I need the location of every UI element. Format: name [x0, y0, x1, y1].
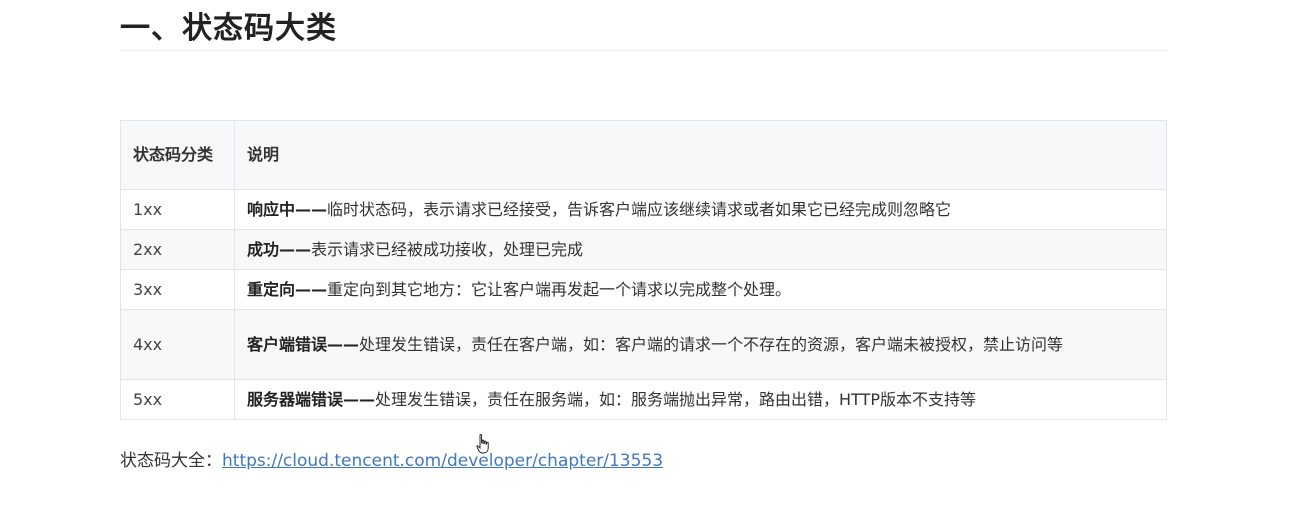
document-page: 一、状态码大类 状态码分类 说明 1xx 响应中——临时状态码，表示请求已经接受… — [0, 0, 1292, 519]
status-code-cell: 1xx — [120, 189, 235, 230]
description-title: 服务器端错误—— — [247, 389, 376, 409]
hand-cursor-icon — [476, 434, 489, 454]
status-code-table: 状态码分类 说明 1xx 响应中——临时状态码，表示请求已经接受，告诉客户端应该… — [120, 120, 1167, 420]
table-row: 2xx 成功——表示请求已经被成功接收，处理已完成 — [120, 229, 1167, 270]
reference-label: 状态码大全： — [120, 451, 222, 471]
description-cell: 服务器端错误——处理发生错误，责任在服务端，如：服务端抛出异常，路由出错，HTT… — [234, 379, 1167, 420]
description-text: 表示请求已经被成功接收，处理已完成 — [311, 239, 584, 259]
header-status-class: 状态码分类 — [120, 120, 235, 190]
section-heading: 一、状态码大类 — [120, 8, 1168, 51]
description-title: 重定向—— — [247, 279, 328, 299]
status-code-cell: 2xx — [120, 229, 235, 270]
table-header-row: 状态码分类 说明 — [120, 120, 1167, 190]
status-code-cell: 4xx — [120, 309, 235, 380]
status-code-cell: 3xx — [120, 269, 235, 310]
description-text: 临时状态码，表示请求已经接受，告诉客户端应该继续请求或者如果它已经完成则忽略它 — [327, 199, 952, 219]
description-cell: 客户端错误——处理发生错误，责任在客户端，如：客户端的请求一个不存在的资源，客户… — [234, 309, 1167, 380]
reference-link[interactable]: https://cloud.tencent.com/developer/chap… — [222, 451, 663, 471]
description-title: 响应中—— — [247, 199, 328, 219]
table-row: 4xx 客户端错误——处理发生错误，责任在客户端，如：客户端的请求一个不存在的资… — [120, 309, 1167, 380]
description-title: 成功—— — [247, 239, 312, 259]
description-cell: 响应中——临时状态码，表示请求已经接受，告诉客户端应该继续请求或者如果它已经完成… — [234, 189, 1167, 230]
reference-line: 状态码大全：https://cloud.tencent.com/develope… — [120, 447, 663, 475]
header-description: 说明 — [234, 120, 1167, 190]
table-row: 3xx 重定向——重定向到其它地方：它让客户端再发起一个请求以完成整个处理。 — [120, 269, 1167, 310]
table-row: 1xx 响应中——临时状态码，表示请求已经接受，告诉客户端应该继续请求或者如果它… — [120, 189, 1167, 230]
table-row: 5xx 服务器端错误——处理发生错误，责任在服务端，如：服务端抛出异常，路由出错… — [120, 379, 1167, 420]
status-code-cell: 5xx — [120, 379, 235, 420]
description-cell: 重定向——重定向到其它地方：它让客户端再发起一个请求以完成整个处理。 — [234, 269, 1167, 310]
description-text: 处理发生错误，责任在客户端，如：客户端的请求一个不存在的资源，客户端未被授权，禁… — [359, 334, 1064, 354]
description-text: 处理发生错误，责任在服务端，如：服务端抛出异常，路由出错，HTTP版本不支持等 — [375, 389, 976, 409]
description-cell: 成功——表示请求已经被成功接收，处理已完成 — [234, 229, 1167, 270]
description-title: 客户端错误—— — [247, 334, 360, 354]
description-text: 重定向到其它地方：它让客户端再发起一个请求以完成整个处理。 — [327, 279, 792, 299]
